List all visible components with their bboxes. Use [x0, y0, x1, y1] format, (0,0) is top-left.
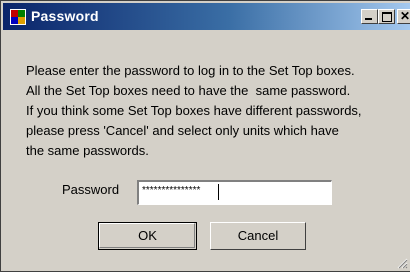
password-field[interactable]: ***************: [137, 180, 332, 205]
maximize-button[interactable]: [378, 9, 395, 24]
instructions-line: please press 'Cancel' and select only un…: [26, 123, 339, 138]
close-icon: ✕: [400, 9, 410, 23]
window-title: Password: [31, 8, 99, 24]
cancel-button[interactable]: Cancel: [210, 222, 306, 250]
instructions-text: Please enter the password to log in to t…: [26, 61, 401, 161]
instructions-line: the same passwords.: [26, 143, 149, 158]
password-label: Password: [62, 182, 120, 197]
text-caret: [218, 184, 219, 200]
maximize-icon: [382, 12, 392, 22]
resize-grip-icon[interactable]: [396, 257, 408, 269]
instructions-line: If you think some Set Top boxes have dif…: [26, 103, 362, 118]
title-bar[interactable]: Password ✕: [3, 3, 410, 30]
instructions-line: All the Set Top boxes need to have the s…: [26, 83, 351, 98]
close-button[interactable]: ✕: [397, 9, 410, 24]
app-icon: [10, 9, 26, 25]
minimize-icon: [365, 18, 372, 20]
minimize-button[interactable]: [361, 9, 378, 24]
instructions-line: Please enter the password to log in to t…: [26, 63, 355, 78]
password-dialog: Password ✕ Please enter the password to …: [0, 0, 410, 272]
ok-button[interactable]: OK: [98, 222, 197, 250]
